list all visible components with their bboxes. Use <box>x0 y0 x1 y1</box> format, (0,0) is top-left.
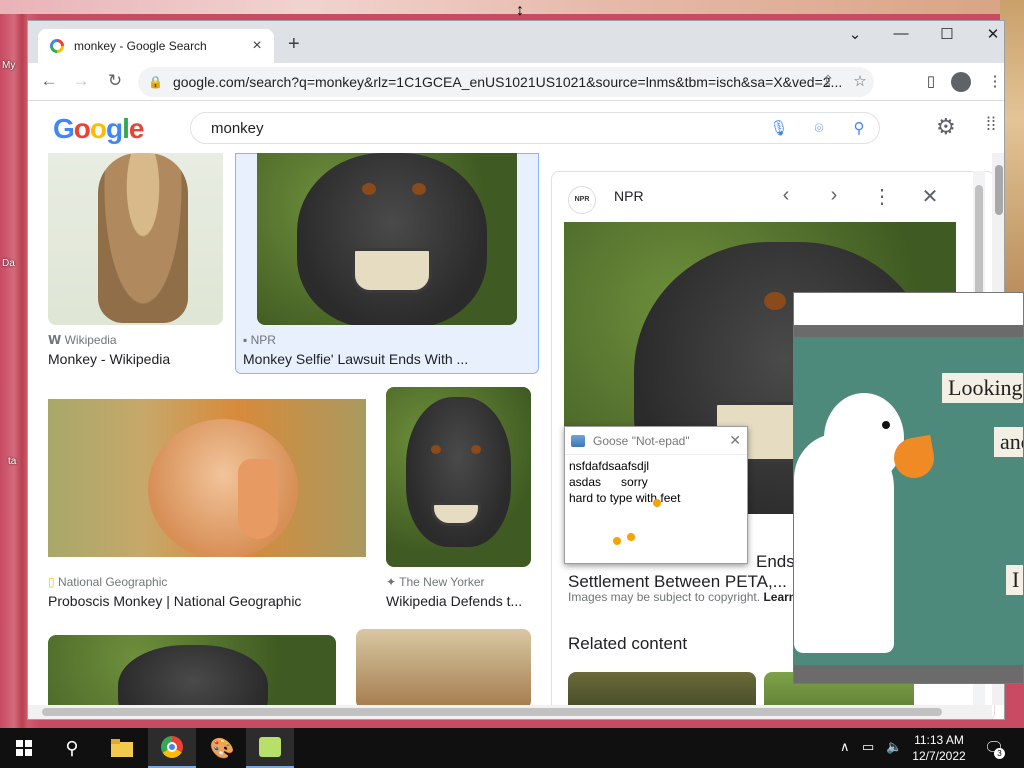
google-header: Google monkey 🎙 ⌾ ⚲ ⚙ ⁞⁞ <box>28 101 1004 153</box>
goose-eye-image <box>882 421 890 429</box>
browser-toolbar: ← → ↻ 🔒 google.com/search?q=monkey&rlz=1… <box>28 63 1004 101</box>
volume-icon[interactable]: 🔈 <box>886 739 902 755</box>
settings-gear-icon[interactable]: ⚙ <box>936 114 956 140</box>
file-explorer-icon[interactable] <box>98 728 146 768</box>
npr-source-icon: NPR <box>568 186 596 214</box>
panel-title-line[interactable]: Ends <box>756 552 795 571</box>
meme-text-card: and <box>994 427 1023 457</box>
meme-text-card: I <box>1006 565 1023 595</box>
result-image-natgeo[interactable] <box>48 399 366 557</box>
result-title-newyorker[interactable]: Wikipedia Defends t... <box>386 593 536 609</box>
new-tab-button[interactable]: + <box>288 33 300 56</box>
taskbar: ⚲ 🎨 ∧ ▭ 🔈 11:13 AM 12/7/2022 🗨 3 <box>0 728 1024 768</box>
paint-icon[interactable]: 🎨 <box>198 728 246 768</box>
source-label[interactable]: The New Yorker <box>399 575 484 589</box>
result-title-natgeo[interactable]: Proboscis Monkey | National Geographic <box>48 593 368 609</box>
minimize-button[interactable]: — <box>881 25 921 42</box>
tray-chevron-icon[interactable]: ∧ <box>840 739 850 755</box>
tab-search-icon[interactable]: ⌄ <box>835 25 875 43</box>
notepad-close-icon[interactable]: ✕ <box>729 432 741 449</box>
meme-text-card: Looking <box>942 373 1023 403</box>
panel-title-line[interactable]: Settlement Between PETA,... <box>568 572 787 591</box>
previous-chevron-icon[interactable]: ‹ <box>774 184 798 207</box>
next-chevron-icon[interactable]: › <box>822 184 846 207</box>
wallpaper-top-strip <box>0 0 1024 14</box>
chrome-taskbar-icon[interactable] <box>148 728 196 768</box>
tab-title: monkey - Google Search <box>74 39 207 53</box>
goose-head-image <box>824 393 904 483</box>
desktop-icon-label[interactable]: Da <box>2 258 15 269</box>
goose-footprint-icon <box>613 537 621 545</box>
search-icon[interactable]: ⚲ <box>839 119 879 137</box>
result-source-newyorker[interactable]: ✦ The New Yorker <box>386 575 485 589</box>
result-image-npr[interactable] <box>257 153 517 325</box>
lock-icon[interactable]: 🔒 <box>148 75 163 89</box>
result-title-wikipedia[interactable]: Monkey - Wikipedia <box>48 351 228 367</box>
related-heading: Related content <box>568 634 688 653</box>
side-panel-icon[interactable]: ▯ <box>920 72 942 90</box>
profile-icon[interactable] <box>950 72 972 96</box>
microphone-icon[interactable]: 🎙 <box>759 119 799 137</box>
close-window-button[interactable]: ✕ <box>973 25 1004 43</box>
result-source-npr[interactable]: ▪ NPR <box>243 333 276 347</box>
goose-footprint-icon <box>627 533 635 541</box>
result-image-wikipedia[interactable] <box>48 153 223 325</box>
lens-camera-icon[interactable]: ⌾ <box>799 120 839 137</box>
notepad-title: Goose "Not-epad" <box>593 433 690 448</box>
taskbar-clock[interactable]: 11:13 AM 12/7/2022 <box>908 732 970 764</box>
google-favicon-icon <box>50 39 64 53</box>
panel-source-name[interactable]: NPR <box>614 188 644 204</box>
reload-icon[interactable]: ↻ <box>104 71 126 91</box>
result-image-newyorker[interactable] <box>386 387 531 567</box>
close-panel-icon[interactable]: ✕ <box>918 184 942 209</box>
notification-count-badge: 3 <box>994 748 1005 759</box>
notepad-app-icon <box>571 434 585 447</box>
maximize-button[interactable]: ☐ <box>927 25 967 43</box>
clock-time: 11:13 AM <box>914 733 964 747</box>
apps-grid-icon[interactable]: ⁞⁞ <box>986 114 996 135</box>
copyright-notice: Images may be subject to copyright. Lear… <box>568 590 796 604</box>
resize-cursor-icon: ↕ <box>516 2 524 19</box>
tab-strip: monkey - Google Search × + ⌄ — ☐ ✕ <box>28 21 1004 63</box>
address-url[interactable]: google.com/search?q=monkey&rlz=1C1GCEA_e… <box>173 74 874 90</box>
result-source-natgeo[interactable]: ▯ National Geographic <box>48 575 167 589</box>
search-icon[interactable]: ⚲ <box>48 728 96 768</box>
menu-kebab-icon[interactable]: ⋮ <box>984 72 1004 90</box>
notepad-titlebar[interactable]: Goose "Not-epad" ✕ <box>565 427 747 455</box>
result-title-npr[interactable]: Monkey Selfie' Lawsuit Ends With ... <box>243 351 533 367</box>
result-source-wikipedia[interactable]: 𝗪 Wikipedia <box>48 333 117 347</box>
copyright-text: Images may be subject to copyright. <box>568 590 761 604</box>
goose-notepad-window[interactable]: Goose "Not-epad" ✕ nsfdafdsaafsdjl asdas… <box>564 426 748 564</box>
goose-meme-window[interactable]: Looking and I <box>793 292 1024 684</box>
meme-titlebar[interactable] <box>794 293 1023 325</box>
forward-arrow-icon[interactable]: → <box>70 71 92 91</box>
clock-date: 12/7/2022 <box>912 749 966 763</box>
network-icon[interactable]: ▭ <box>862 739 874 755</box>
search-box[interactable]: monkey 🎙 ⌾ ⚲ <box>190 112 880 144</box>
source-label[interactable]: NPR <box>251 333 276 347</box>
bookmark-star-icon[interactable]: ☆ <box>850 67 870 97</box>
back-arrow-icon[interactable]: ← <box>38 71 60 91</box>
tab-close-icon[interactable]: × <box>248 37 266 55</box>
source-label[interactable]: Wikipedia <box>65 333 117 347</box>
search-input[interactable]: monkey <box>211 120 759 137</box>
tab-google-search[interactable]: monkey - Google Search × <box>38 29 274 63</box>
address-bar[interactable]: 🔒 google.com/search?q=monkey&rlz=1C1GCEA… <box>138 67 874 97</box>
page-horizontal-scrollbar[interactable] <box>28 705 992 719</box>
desktop-icon-label[interactable]: My <box>2 60 15 71</box>
goose-app-icon[interactable] <box>246 728 294 768</box>
desktop-icon-label[interactable]: ta <box>8 456 16 467</box>
result-image-row3-2[interactable] <box>356 629 531 705</box>
share-icon[interactable]: ⇪ <box>818 67 838 97</box>
google-logo[interactable]: Google <box>53 113 144 145</box>
source-label[interactable]: National Geographic <box>58 575 167 589</box>
learn-more-link[interactable]: Learn <box>763 590 796 604</box>
more-options-icon[interactable]: ⋮ <box>870 184 894 209</box>
result-image-row3-1[interactable] <box>48 635 336 705</box>
start-windows-icon[interactable] <box>0 728 48 768</box>
goose-footprint-icon <box>653 499 661 507</box>
